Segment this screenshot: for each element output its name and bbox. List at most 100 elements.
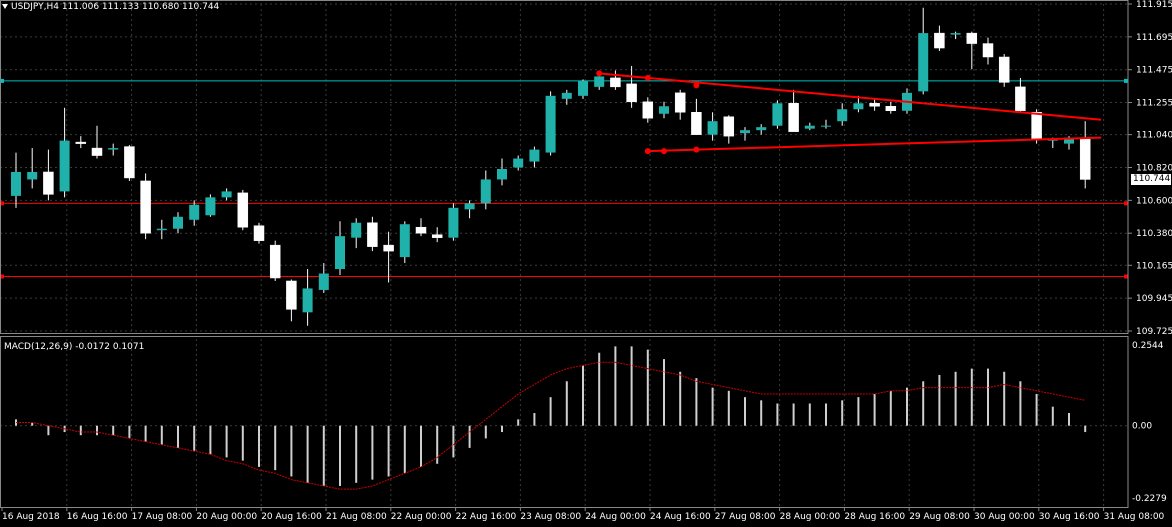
candle-body <box>837 109 848 122</box>
candle-body <box>578 80 588 96</box>
candle-body <box>853 103 864 110</box>
candle-body <box>497 168 507 180</box>
candle-body <box>124 146 135 179</box>
candle-body <box>659 106 669 114</box>
level-anchor-right <box>1124 201 1128 206</box>
candle-body <box>772 103 783 126</box>
candle-body <box>221 191 232 198</box>
current-price-tag: 110.744 <box>1131 174 1171 185</box>
macd-tick-label: 0.2544 <box>1132 341 1164 351</box>
candle-body <box>448 207 459 238</box>
candle-body <box>998 56 1010 83</box>
time-tick-label: 28 Aug 00:00 <box>780 512 841 522</box>
horizontal-lines[interactable] <box>0 78 1128 279</box>
candle-body <box>75 141 87 144</box>
candle-body <box>140 180 151 234</box>
grid-lines <box>0 3 1128 506</box>
level-anchor-right <box>1124 274 1128 279</box>
candle-body <box>189 204 200 220</box>
candle-body <box>43 171 54 195</box>
candle-body <box>934 32 945 49</box>
candle-body <box>740 130 750 134</box>
price-tick-label: 109.725 <box>1136 327 1172 337</box>
chart-window[interactable]: 111.915 111.695 111.475 111.255 111.040 110.8… <box>0 0 1172 527</box>
candle-body <box>674 92 686 113</box>
candle-body <box>415 226 427 234</box>
candle-body <box>383 244 394 252</box>
candle-body <box>966 32 978 44</box>
candle-body <box>480 179 491 204</box>
trendlines[interactable] <box>596 70 1102 155</box>
candle-body <box>335 236 345 270</box>
macd-histogram <box>15 346 1087 486</box>
time-tick-label: 22 Aug 00:00 <box>391 512 452 522</box>
candle-body <box>108 148 119 150</box>
candle-body <box>253 225 265 241</box>
price-tick-label: 109.945 <box>1136 294 1172 304</box>
candle-body <box>91 147 103 156</box>
candle-body <box>205 197 216 216</box>
candle-body <box>691 112 702 135</box>
candle-body <box>561 92 572 99</box>
trendline-point <box>644 74 651 81</box>
candle-body <box>594 76 605 87</box>
time-tick-label: 28 Aug 16:00 <box>844 512 905 522</box>
time-tick-label: 16 Aug 2018 <box>2 512 60 522</box>
time-tick-label: 24 Aug 00:00 <box>585 512 646 522</box>
candle-body <box>545 95 556 153</box>
time-tick-label: 22 Aug 16:00 <box>456 512 517 522</box>
candle-body <box>1015 86 1026 112</box>
time-tick-label: 17 Aug 08:00 <box>132 512 193 522</box>
candle-body <box>885 106 897 112</box>
candle-body <box>707 121 718 135</box>
time-tick-label: 24 Aug 16:00 <box>650 512 711 522</box>
candle-body <box>237 192 249 228</box>
candle-body <box>918 33 929 92</box>
time-tick-label: 20 Aug 00:00 <box>196 512 257 522</box>
candle-body <box>11 171 21 196</box>
time-tick-label: 16 Aug 16:00 <box>67 512 128 522</box>
price-chart[interactable]: 111.915 111.695 111.475 111.255 111.040 110.8… <box>0 0 1172 527</box>
time-tick-label: 29 Aug 08:00 <box>909 512 970 522</box>
macd-tick-label: 0.00 <box>1132 422 1152 432</box>
price-tick-label: 110.820 <box>1136 164 1172 174</box>
trendline <box>599 72 1102 121</box>
macd-info: MACD(12,26,9) -0.0172 0.1071 <box>4 342 145 352</box>
candle-body <box>804 125 815 129</box>
macd-tick-label: -0.2279 <box>1132 494 1167 504</box>
candle-body <box>723 116 735 137</box>
trendline <box>647 136 1102 153</box>
price-tick-label: 110.600 <box>1136 196 1172 206</box>
axes: 111.915 111.695 111.475 111.255 111.040 110.8… <box>0 0 1172 522</box>
candle-body <box>367 222 378 247</box>
time-tick-label: 30 Aug 16:00 <box>1039 512 1100 522</box>
trendline-point <box>596 70 603 77</box>
candle-body <box>821 125 831 127</box>
trendline-point <box>693 82 700 89</box>
candle-body <box>351 222 362 238</box>
candle-body <box>756 127 767 131</box>
candle-body <box>286 280 297 310</box>
candles <box>11 7 1091 326</box>
price-tick-label: 110.165 <box>1136 261 1172 271</box>
time-tick-label: 31 Aug 08:00 <box>1104 512 1165 522</box>
candle-body <box>626 83 637 103</box>
time-tick-label: 21 Aug 08:00 <box>326 512 387 522</box>
candle-body <box>610 77 621 88</box>
candle-body <box>318 273 329 290</box>
candle-body <box>431 234 443 238</box>
candle-body <box>156 228 167 231</box>
price-tick-label: 111.475 <box>1136 66 1172 76</box>
candle-body <box>1031 112 1042 140</box>
candle-body <box>788 103 799 132</box>
price-tick-label: 111.255 <box>1136 99 1172 109</box>
price-tick-label: 111.040 <box>1136 131 1172 141</box>
time-tick-label: 30 Aug 00:00 <box>974 512 1035 522</box>
trendline-point <box>661 148 667 155</box>
candle-body <box>513 158 524 168</box>
price-tick-label: 110.380 <box>1136 229 1172 239</box>
time-tick-label: 27 Aug 08:00 <box>715 512 776 522</box>
trendline-point <box>693 146 700 153</box>
candle-body <box>869 103 880 107</box>
candle-body <box>269 244 281 279</box>
